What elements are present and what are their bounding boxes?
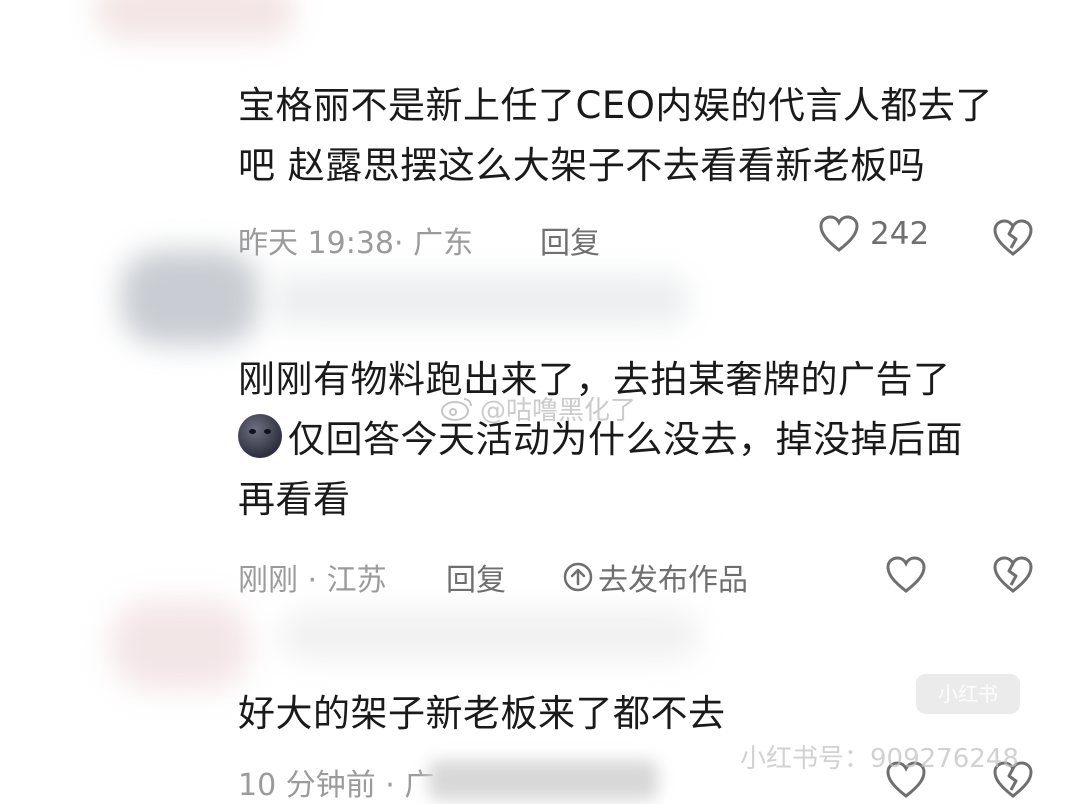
blurred-avatar-top [95,0,295,40]
comment-text: 宝格丽不是新上任了CEO内娱的代言人都去了 吧 赵露思摆这么大架子不去看看新老板… [238,84,993,187]
xiaohongshu-id-watermark: 小红书号：909276248 [740,744,1019,774]
comment-meta: 10 分钟前 · 广 [238,768,435,803]
new-moon-face-emoji [238,414,282,458]
heart-icon[interactable] [885,555,927,595]
blurred-avatar-2 [120,250,260,345]
comment-meta: 昨天 19:38· 广东 [238,226,474,261]
weibo-watermark: @咕噜黑化了 [440,390,636,427]
blurred-avatar-3 [110,600,250,690]
heart-icon [819,215,859,252]
comment-text: 刚刚有物料跑出来了，去拍某奢牌的广告了 仅回答今天活动为什么没去，掉没掉后面 再… [238,358,963,521]
like-count: 242 [870,216,930,252]
comment-meta: 刚刚 · 江苏 [238,563,387,598]
dislike-icon[interactable] [992,555,1034,595]
publish-work-button[interactable]: 去发布作品 [562,555,748,599]
reply-button[interactable]: 回复 [540,218,600,262]
screenshot: { "comments": [ { "text_line1": "宝格丽不是新上… [0,0,1080,804]
dislike-icon[interactable] [992,218,1034,258]
like-button[interactable]: 242 [818,214,929,254]
blurred-username-3 [280,610,700,660]
blurred-username-2 [270,275,690,325]
upload-arrow-icon [563,562,593,592]
blurred-location [428,760,658,800]
xiaohongshu-logo: 小红书 [916,674,1020,714]
reply-button[interactable]: 回复 [446,555,506,599]
weibo-logo-icon [441,397,472,421]
